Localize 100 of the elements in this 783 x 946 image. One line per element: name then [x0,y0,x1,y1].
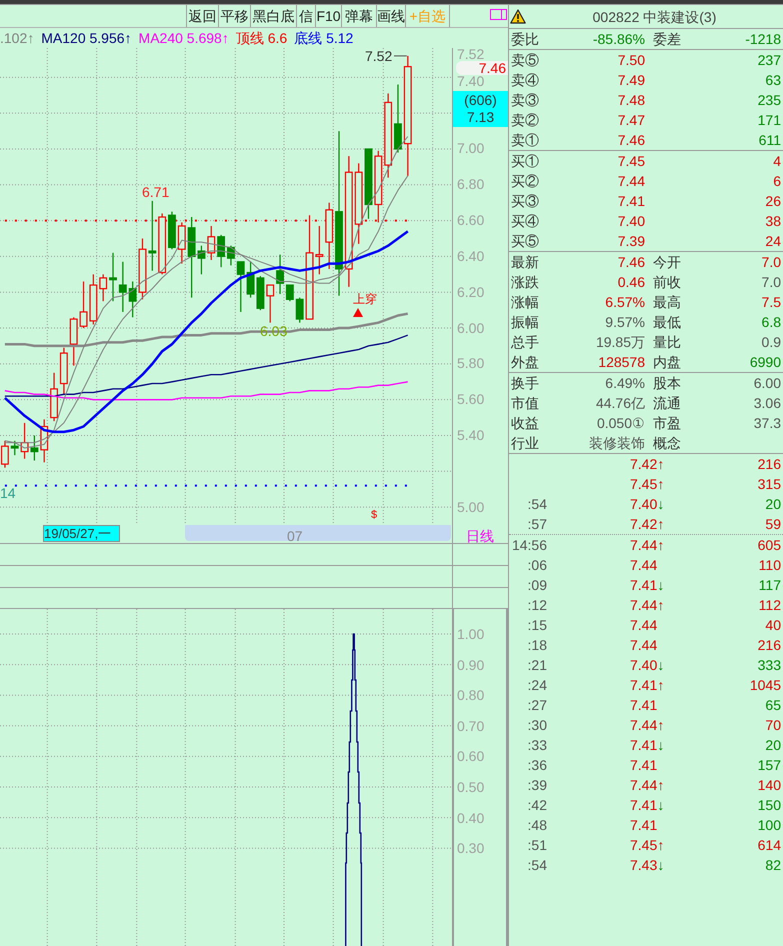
indicator-legend-label: 顶线 6.6 [236,30,288,46]
price-axis-label: 5.40 [457,429,484,442]
order-volume: 24 [765,233,781,249]
trade-time: :36 [528,757,547,773]
quote-value: 7.0 [762,254,781,270]
stock-title: 002822 中装建设(3) [592,8,716,24]
trade-volume: 100 [758,817,781,833]
order-level-label: 买③ [511,193,539,209]
trade-time: :09 [528,577,547,593]
indicator-legend-label: 底线 5.12 [294,30,354,46]
high-price-label: 7.52 [365,49,392,63]
price-axis-label: 5.80 [457,357,484,370]
price-axis-label: 6.00 [457,322,484,335]
quote-label: 行业 [511,435,539,451]
trade-volume: 333 [758,657,781,673]
trade-volume: 150 [758,797,781,813]
indicator-axis-label: 0.40 [457,811,484,825]
quote-value: 6.57% [605,294,645,310]
trough-price-label: 6.03 [260,324,288,338]
indicator-axis-label: 0.80 [457,688,484,702]
trade-volume: 315 [758,476,781,492]
trade-volume: 112 [758,597,781,613]
quote-label: 股本 [653,375,681,391]
trade-time: :15 [528,617,547,633]
trade-volume: 70 [765,717,781,733]
trade-volume: 614 [758,837,781,853]
trade-price: 7.40↓ [630,496,664,512]
quote-value: 7.5 [762,294,781,310]
trade-volume: 1045 [750,677,781,693]
quote-value: 6.8 [762,314,781,330]
order-price: 7.50 [618,52,645,68]
trade-time: :27 [528,697,547,713]
trade-time: :42 [528,797,547,813]
quote-value: 装修装饰 [589,435,645,451]
quote-label: 委比 [511,31,539,47]
order-level-label: 卖⑤ [511,52,539,68]
order-price: 7.45 [618,153,645,169]
quote-label: 概念 [653,435,681,451]
quote-label: 外盘 [511,354,539,370]
order-level-label: 买② [511,173,539,189]
trade-volume: 20 [765,496,781,512]
price-axis-label: 6.60 [457,214,484,227]
price-axis-label: 5.00 [457,501,484,514]
quote-value: -85.86% [592,31,645,47]
quote-label: 前收 [653,274,681,290]
quote-label: 总手 [511,334,539,350]
trade-price: 7.41↓ [630,577,664,593]
trade-price: 7.41↓ [630,737,664,753]
order-level-label: 买① [511,153,539,169]
quote-label: 委差 [653,31,681,47]
order-price: 7.46 [618,132,645,148]
trade-volume: 117 [758,577,781,593]
trade-volume: 110 [758,557,781,573]
quote-value: 128578 [598,354,645,370]
quote-value: 37.3 [754,415,781,431]
trade-time: 14:56 [512,537,547,553]
trade-price: 7.41 [630,757,658,773]
price-axis-label: 6.20 [457,286,484,299]
order-price: 7.47 [618,112,645,128]
trade-volume: 605 [758,537,781,553]
order-volume: 171 [758,112,781,128]
quote-label: 收益 [511,415,539,431]
signal-marker-label: $ [371,509,378,521]
quote-value: 9.57% [605,314,645,330]
quote-value: 19.85万 [596,334,645,350]
order-price: 7.48 [618,92,645,108]
trade-volume: 140 [758,777,781,793]
trade-price: 7.45↑ [630,476,664,492]
price-axis-label: 7.40 [457,75,484,88]
quote-label: 最高 [653,294,681,310]
trade-time: :30 [528,717,547,733]
date-cursor-label: 19/05/27,一 [43,525,120,542]
quote-label: 量比 [653,334,681,350]
trade-price: 7.42↑ [630,456,664,472]
cursor-price-label: 7.13 [466,109,494,126]
price-axis-label: 5.60 [457,393,484,406]
indicator-axis-label: 0.70 [457,719,484,733]
trade-time: :54 [528,496,547,512]
quote-value: 0.050① [596,415,645,431]
trade-time: :12 [528,597,547,613]
trade-price: 7.44 [630,617,658,633]
trade-time: :06 [528,557,547,573]
order-level-label: 卖④ [511,72,539,88]
trade-time: :18 [528,637,547,653]
peak-price-label: 6.71 [142,185,170,199]
order-price: 7.41 [618,193,645,209]
trade-volume: 59 [765,516,781,532]
quote-value: -1218 [745,31,781,47]
trade-price: 7.44↑ [630,717,664,733]
order-volume: 6 [773,173,781,189]
price-axis-label: 7.00 [457,142,484,155]
quote-value: 7.0 [762,274,781,290]
trade-price: 7.44↑ [630,537,664,553]
order-volume: 237 [758,52,781,68]
order-volume: 38 [765,213,781,229]
trade-volume: 216 [758,637,781,653]
indicator-axis-label: 0.90 [457,658,484,672]
order-volume: 63 [765,72,781,88]
order-price: 7.44 [618,173,645,189]
order-volume: 4 [773,153,781,169]
